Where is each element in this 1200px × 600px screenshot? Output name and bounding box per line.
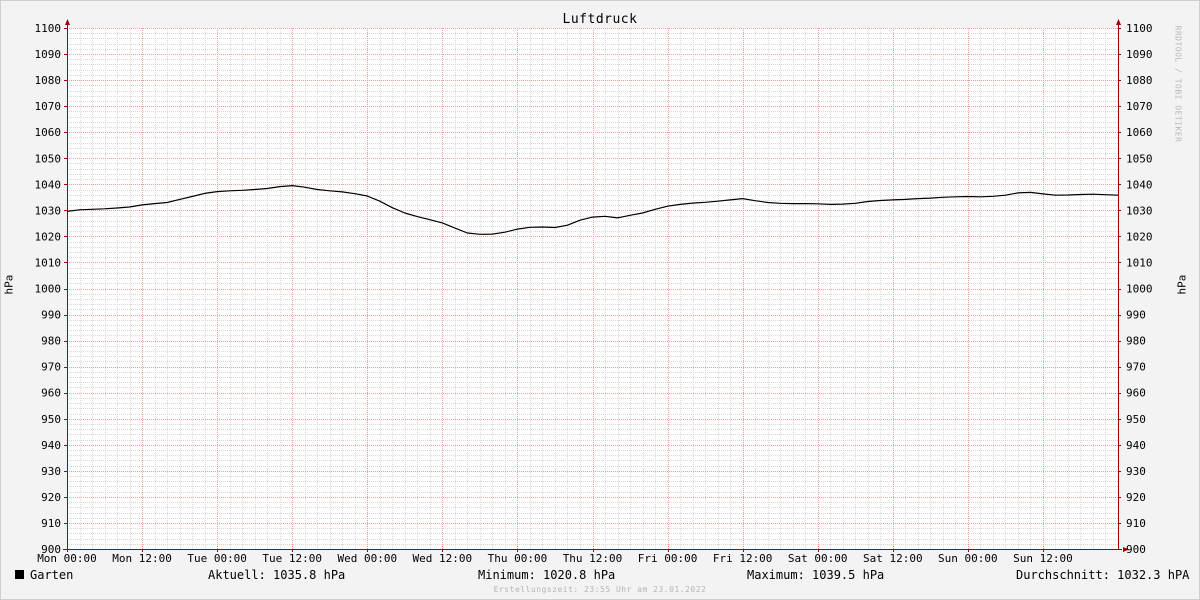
- watermark: RRDTOOL / TOBI OETIKER: [1164, 4, 1192, 164]
- y-tick-label: 1080: [35, 74, 62, 87]
- x-tick-label: Mon 00:00: [37, 552, 97, 565]
- y-tick-label: 1030: [1126, 204, 1153, 217]
- y-tick-label: 1010: [35, 256, 62, 269]
- y-tick-label: 1050: [1126, 152, 1153, 165]
- y-tick-labels-left: 9009109209309409509609709809901000101010…: [35, 22, 62, 556]
- x-tick-label: Sat 12:00: [863, 552, 923, 565]
- y-tick-label: 950: [1126, 413, 1146, 426]
- y-tick-label: 960: [1126, 387, 1146, 400]
- y-tick-label: 910: [41, 517, 61, 530]
- chart-svg: 900 910 920 930 940 950 960 970 980 990 1000 1010 10…: [35, 19, 1153, 565]
- legend-series-name: Garten: [30, 568, 74, 582]
- y-tick-label: 1080: [1126, 74, 1153, 87]
- y-tick-label: 970: [1126, 361, 1146, 374]
- y-tick-label: 1070: [1126, 100, 1153, 113]
- plot-background: [67, 28, 1118, 549]
- x-tick-labels: Mon 00:00 Mon 12:00 Tue 00:00 Tue 12:00 Wed …: [37, 552, 1073, 565]
- y-tick-label: 1090: [35, 48, 62, 61]
- y-tick-label: 1090: [1126, 48, 1153, 61]
- y-tick-label: 1020: [1126, 230, 1153, 243]
- y-axis-label-right: hPa: [1175, 274, 1189, 295]
- legend-minimum: Minimum: 1020.8 hPa: [478, 568, 616, 582]
- legend-swatch-garten: [15, 570, 24, 579]
- x-tick-label: Mon 12:00: [112, 552, 172, 565]
- legend-current-value: Aktuell: 1035.8 hPa: [208, 568, 346, 582]
- creation-time-footer: Erstellungszeit: 23:55 Uhr am 23.01.2022: [493, 585, 707, 594]
- y-tick-label: 1020: [35, 230, 62, 243]
- x-tick-label: Thu 00:00: [488, 552, 548, 565]
- y-axis-label-left: hPa: [2, 274, 16, 295]
- y-tick-label: 1040: [35, 178, 62, 191]
- y-tick-label: 970: [41, 361, 61, 374]
- legend-average: Durchschnitt: 1032.3 hPA: [1016, 568, 1190, 582]
- chart-title: Luftdruck: [562, 12, 638, 27]
- y-tick-label: 940: [1126, 439, 1146, 452]
- x-tick-label: Sun 00:00: [938, 552, 998, 565]
- x-tick-label: Fri 00:00: [638, 552, 698, 565]
- y-tick-label: 990: [41, 309, 61, 322]
- y-tick-label: 980: [1126, 335, 1146, 348]
- y-tick-label: 980: [41, 335, 61, 348]
- x-tick-label: Fri 12:00: [713, 552, 773, 565]
- x-tick-label: Sun 12:00: [1013, 552, 1073, 565]
- y-tick-label: 990: [1126, 309, 1146, 322]
- y-tick-label: 1040: [1126, 178, 1153, 191]
- y-tick-labels-right: 900 910 920 930 940 950 960 970 980 990 1000 1010 10…: [1126, 22, 1153, 556]
- legend-maximum: Maximum: 1039.5 hPa: [747, 568, 885, 582]
- x-tick-label: Wed 12:00: [413, 552, 473, 565]
- x-tick-label: Wed 00:00: [337, 552, 397, 565]
- watermark-text: RRDTOOL / TOBI OETIKER: [1173, 25, 1183, 143]
- y-tick-label: 920: [1126, 491, 1146, 504]
- y-tick-label: 1060: [35, 126, 62, 139]
- y-tick-label: 1060: [1126, 126, 1153, 139]
- x-tick-label: Sat 00:00: [788, 552, 848, 565]
- y-tick-label: 960: [41, 387, 61, 400]
- y-tick-label: 940: [41, 439, 61, 452]
- x-tick-label: Thu 12:00: [563, 552, 623, 565]
- x-tick-label: Tue 12:00: [262, 552, 322, 565]
- y-tick-label: 1010: [1126, 256, 1153, 269]
- y-tick-label: 1070: [35, 100, 62, 113]
- y-tick-label: 1030: [35, 204, 62, 217]
- y-tick-label: 900: [1126, 543, 1146, 556]
- y-tick-label: 930: [1126, 465, 1146, 478]
- y-tick-label: 920: [41, 491, 61, 504]
- y-tick-label: 910: [1126, 517, 1146, 530]
- y-tick-label: 930: [41, 465, 61, 478]
- x-tick-label: Tue 00:00: [187, 552, 247, 565]
- y-tick-label: 950: [41, 413, 61, 426]
- y-tick-label: 1000: [35, 283, 62, 296]
- y-tick-label: 1050: [35, 152, 62, 165]
- y-tick-label: 1000: [1126, 283, 1153, 296]
